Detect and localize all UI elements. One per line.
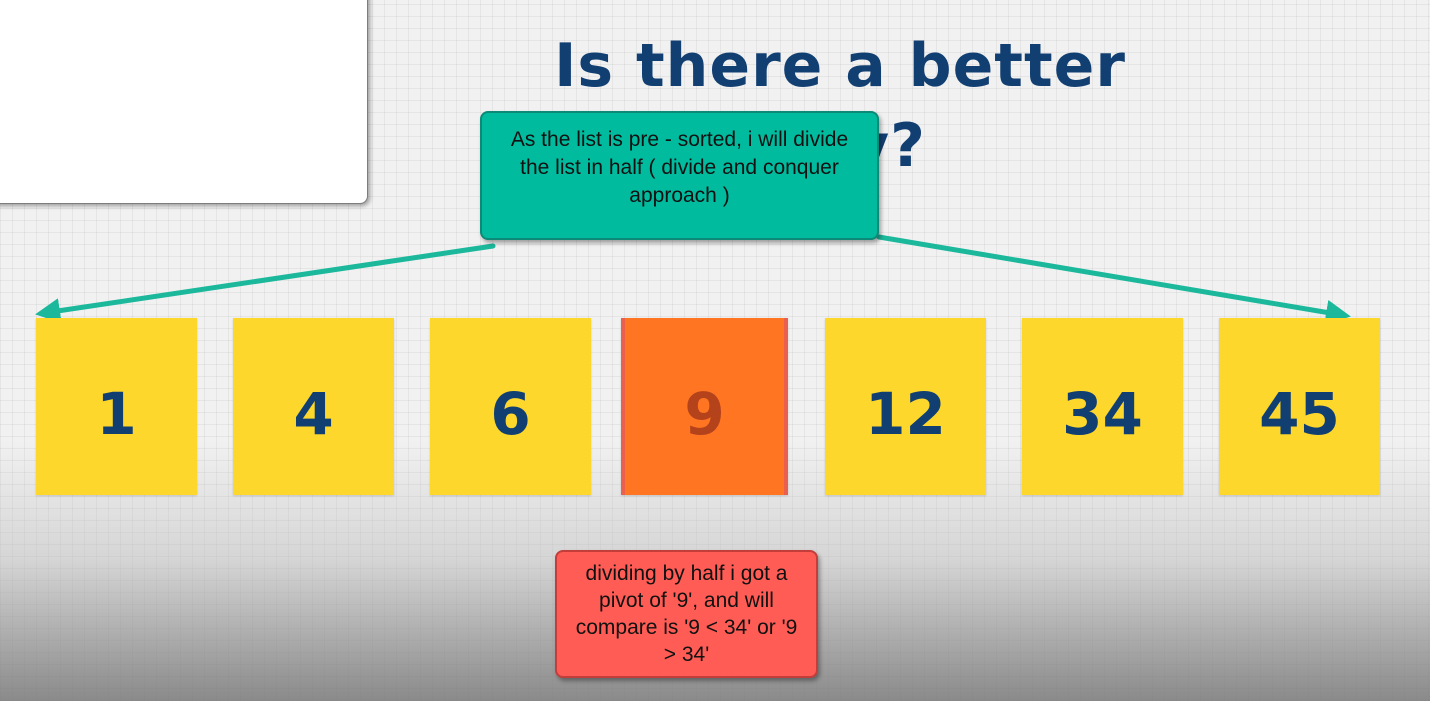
list-item-value: 12 [865, 379, 946, 448]
list-item: 45 [1219, 318, 1380, 495]
divide-note-callout: As the list is pre - sorted, i will divi… [480, 111, 879, 240]
list-item-value: 4 [293, 379, 334, 448]
pivot-note-text: dividing by half i got a pivot of '9', a… [575, 562, 798, 666]
list-item: 1 [36, 318, 197, 495]
list-item-value: 45 [1259, 379, 1340, 448]
blank-panel [0, 0, 368, 204]
divide-note-text: As the list is pre - sorted, i will divi… [510, 127, 849, 207]
list-item-value: 1 [96, 379, 137, 448]
arrow-left [35, 243, 496, 324]
arrow-right [876, 234, 1351, 325]
list-item: 34 [1022, 318, 1183, 495]
list-item-value: 6 [490, 379, 531, 448]
list-item: 6 [430, 318, 591, 495]
list-item: 12 [825, 318, 986, 495]
list-item: 4 [233, 318, 394, 495]
list-item-value: 9 [684, 379, 725, 448]
pivot-note-callout: dividing by half i got a pivot of '9', a… [555, 550, 818, 678]
list-item-value: 34 [1062, 379, 1143, 448]
list-item-pivot: 9 [621, 318, 788, 495]
